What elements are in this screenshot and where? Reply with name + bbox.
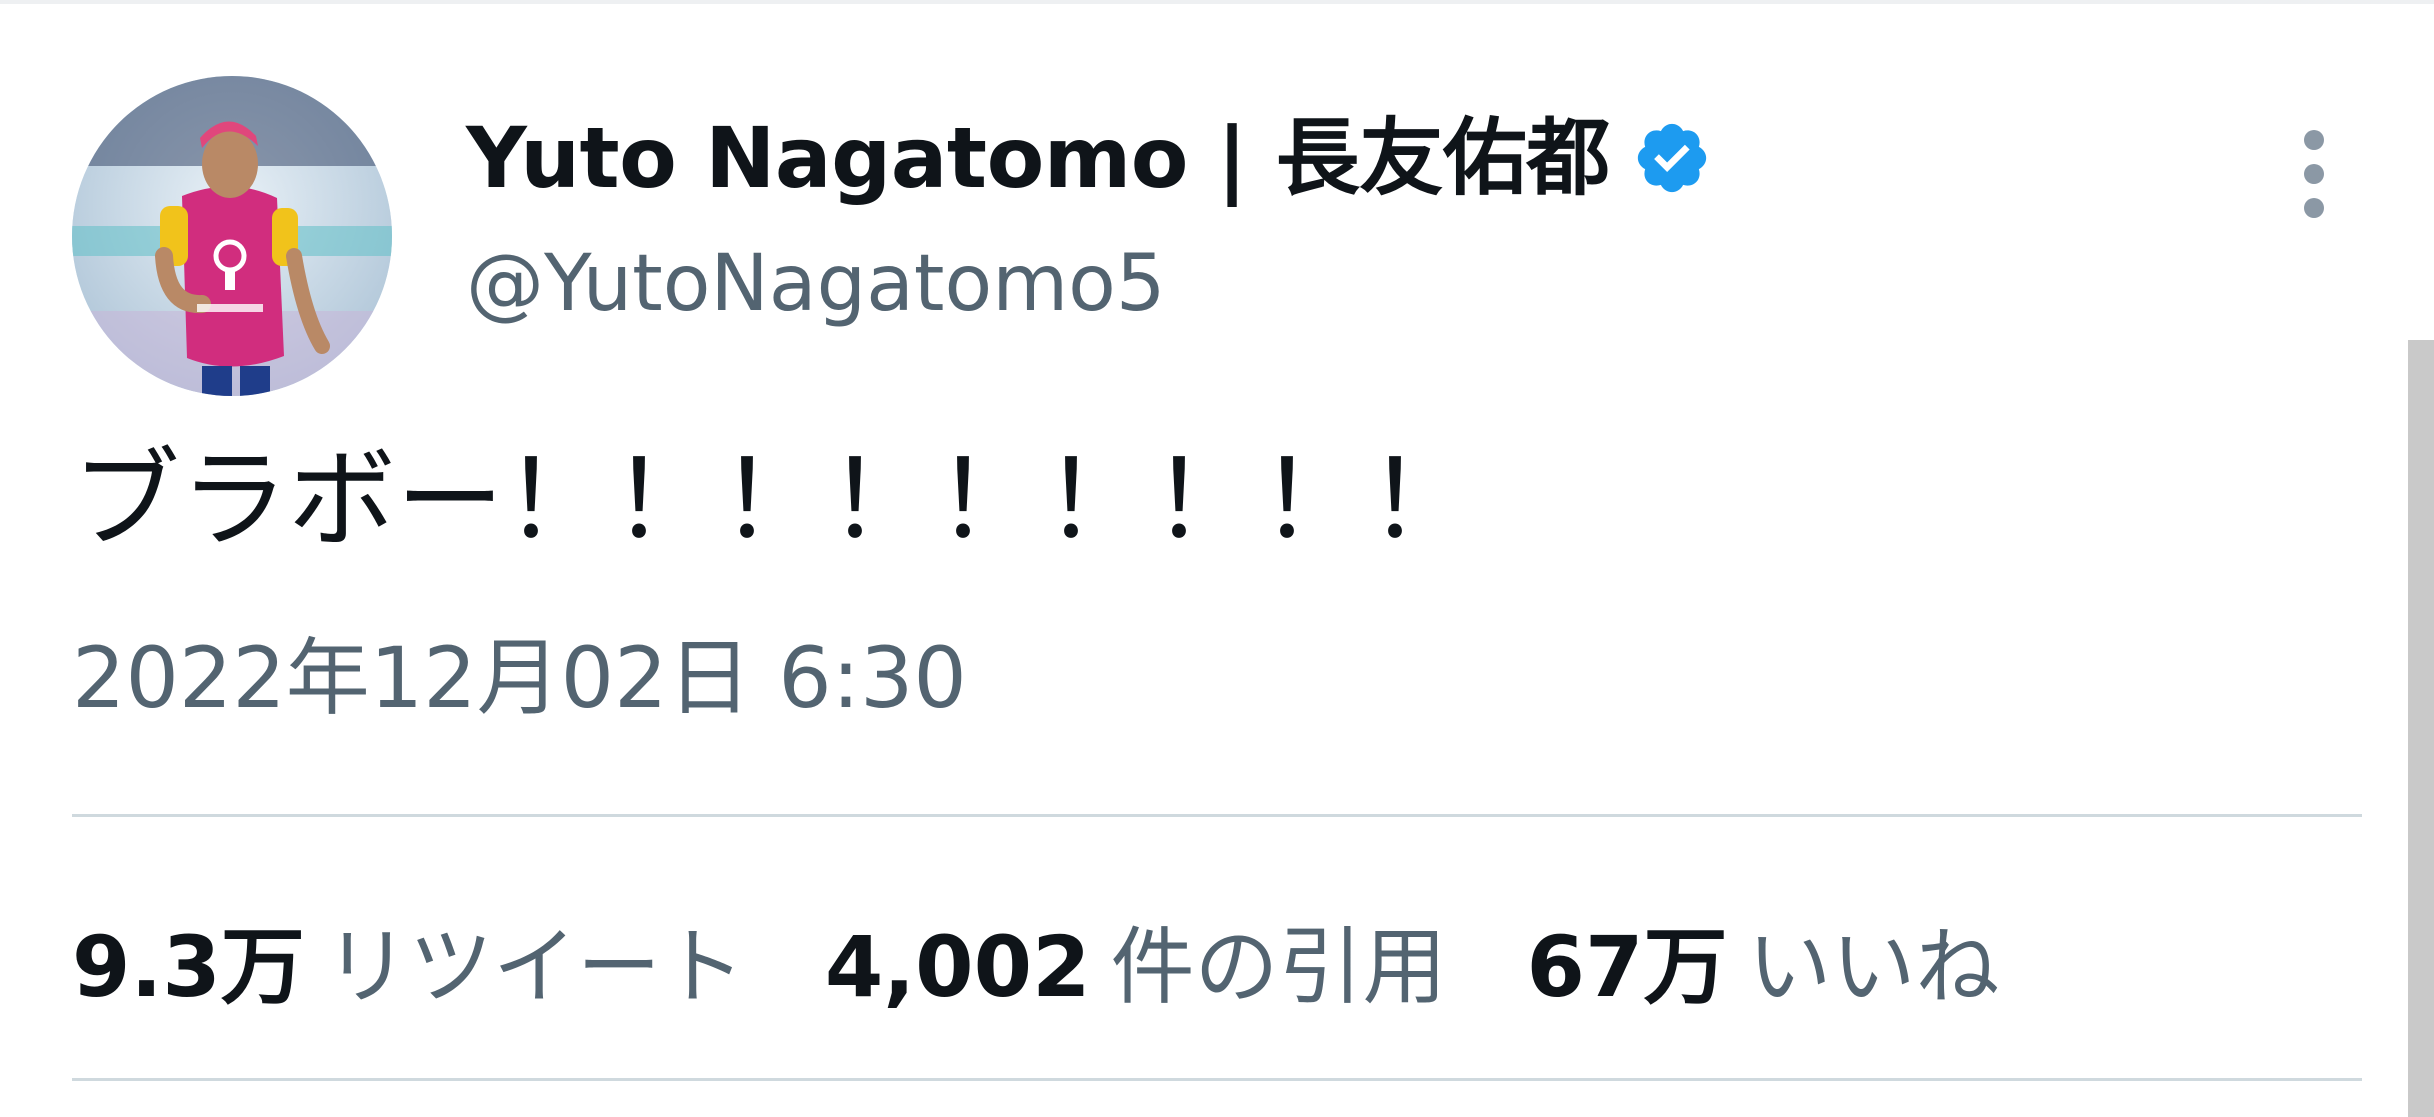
- author-name-row: Yuto Nagatomo | 長友佑都: [466, 116, 1712, 200]
- avatar[interactable]: [72, 76, 392, 396]
- likes-label: いいね: [1747, 918, 2000, 1016]
- tweet-text: ブラボー！！！！！！！！！: [72, 438, 1477, 563]
- tweet-timestamp[interactable]: 2022年12月02日 6:30: [72, 636, 967, 720]
- engagement-stats: 9.3万 リツイート 4,002 件の引用 67万 いいね: [72, 900, 2079, 1021]
- retweets-stat[interactable]: 9.3万 リツイート: [72, 900, 745, 1021]
- quotes-count: 4,002: [824, 918, 1091, 1016]
- likes-stat[interactable]: 67万 いいね: [1527, 900, 2000, 1021]
- author-handle[interactable]: @YutoNagatomo5: [466, 245, 1166, 323]
- display-name[interactable]: Yuto Nagatomo | 長友佑都: [466, 116, 1610, 200]
- tweet-detail-page: Yuto Nagatomo | 長友佑都 @YutoNagatomo5 ブラボー…: [0, 0, 2434, 1117]
- scrollbar-thumb[interactable]: [2408, 340, 2434, 1117]
- likes-count: 67万: [1526, 918, 1728, 1016]
- more-options-button[interactable]: [2280, 120, 2348, 228]
- divider: [72, 1078, 2362, 1081]
- verified-badge-icon: [1632, 118, 1712, 198]
- quotes-stat[interactable]: 4,002 件の引用: [825, 900, 1447, 1021]
- quotes-label: 件の引用: [1110, 918, 1447, 1016]
- divider: [72, 814, 2362, 817]
- avatar-photo: [72, 76, 392, 396]
- retweets-label: リツイート: [324, 918, 745, 1016]
- retweets-count: 9.3万: [72, 918, 305, 1016]
- more-vertical-icon: [2304, 130, 2324, 218]
- top-divider: [0, 0, 2434, 4]
